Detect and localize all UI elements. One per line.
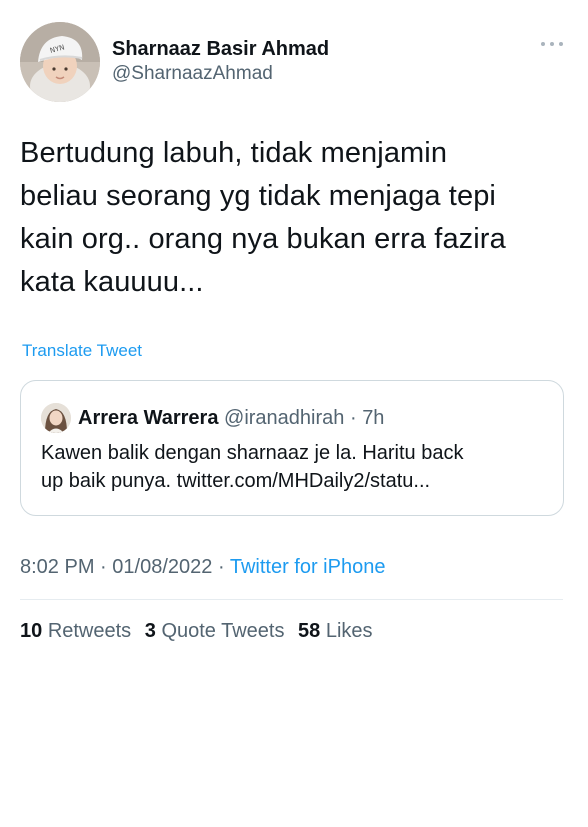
quoted-author-handle: @iranadhirah bbox=[224, 407, 345, 429]
quoted-tweet-text: Kawen balik dengan sharnaaz je la. Harit… bbox=[41, 439, 551, 495]
quoted-author-name: Arrera Warrera bbox=[78, 407, 219, 429]
retweets-stat[interactable]: 10 Retweets bbox=[20, 617, 131, 645]
tweet-time[interactable]: 8:02 PM bbox=[20, 556, 94, 578]
divider bbox=[20, 599, 563, 600]
likes-stat[interactable]: 58 Likes bbox=[298, 617, 373, 645]
quoted-tweet-meta: Arrera Warrera @iranadhirah · 7h bbox=[78, 405, 384, 431]
tweet-text-line: beliau seorang yg tidak menjaga tepi bbox=[20, 180, 496, 212]
meta-separator: · bbox=[217, 556, 225, 578]
quoted-text-line: Kawen balik dengan sharnaaz je la. Harit… bbox=[41, 442, 464, 464]
tweet-header: NYN Sharnaaz Basir Ahmad @SharnaazAhmad bbox=[20, 22, 568, 104]
quote-tweets-count: 3 bbox=[144, 620, 156, 642]
author-avatar[interactable]: NYN bbox=[20, 22, 100, 102]
tweet-text-line: kata kauuuu... bbox=[20, 266, 204, 298]
author-display-name[interactable]: Sharnaaz Basir Ahmad bbox=[112, 36, 329, 62]
author-handle[interactable]: @SharnaazAhmad bbox=[112, 62, 329, 86]
quoted-meta-separator: · bbox=[349, 407, 357, 429]
more-options-icon[interactable] bbox=[540, 38, 564, 50]
quoted-tweet-time: 7h bbox=[362, 407, 385, 429]
quoted-author-avatar[interactable] bbox=[41, 403, 71, 433]
tweet-text: Bertudung labuh, tidak menjamin beliau s… bbox=[20, 132, 560, 304]
author-names: Sharnaaz Basir Ahmad @SharnaazAhmad bbox=[112, 36, 329, 86]
translate-tweet-link[interactable]: Translate Tweet bbox=[22, 341, 142, 361]
quoted-text-line: up baik punya. twitter.com/MHDaily2/stat… bbox=[41, 470, 431, 492]
retweets-count: 10 bbox=[20, 620, 43, 642]
quote-tweets-stat[interactable]: 3 Quote Tweets bbox=[145, 617, 285, 645]
tweet-timestamp-row: 8:02 PM · 01/08/2022 · Twitter for iPhon… bbox=[20, 553, 385, 581]
likes-label: Likes bbox=[325, 620, 373, 642]
tweet-date[interactable]: 01/08/2022 bbox=[112, 556, 212, 578]
engagement-stats: 10 Retweets 3 Quote Tweets 58 Likes bbox=[20, 617, 381, 645]
meta-separator: · bbox=[100, 556, 107, 578]
tweet-text-line: kain org.. orang nya bukan erra fazira bbox=[20, 223, 506, 255]
likes-count: 58 bbox=[298, 620, 321, 642]
quoted-tweet-card[interactable]: Arrera Warrera @iranadhirah · 7h Kawen b… bbox=[20, 380, 564, 516]
retweets-label: Retweets bbox=[47, 620, 132, 642]
tweet-text-line: Bertudung labuh, tidak menjamin bbox=[20, 137, 448, 169]
quote-tweets-label: Quote Tweets bbox=[161, 620, 285, 642]
tweet-source-link[interactable]: Twitter for iPhone bbox=[230, 556, 386, 578]
